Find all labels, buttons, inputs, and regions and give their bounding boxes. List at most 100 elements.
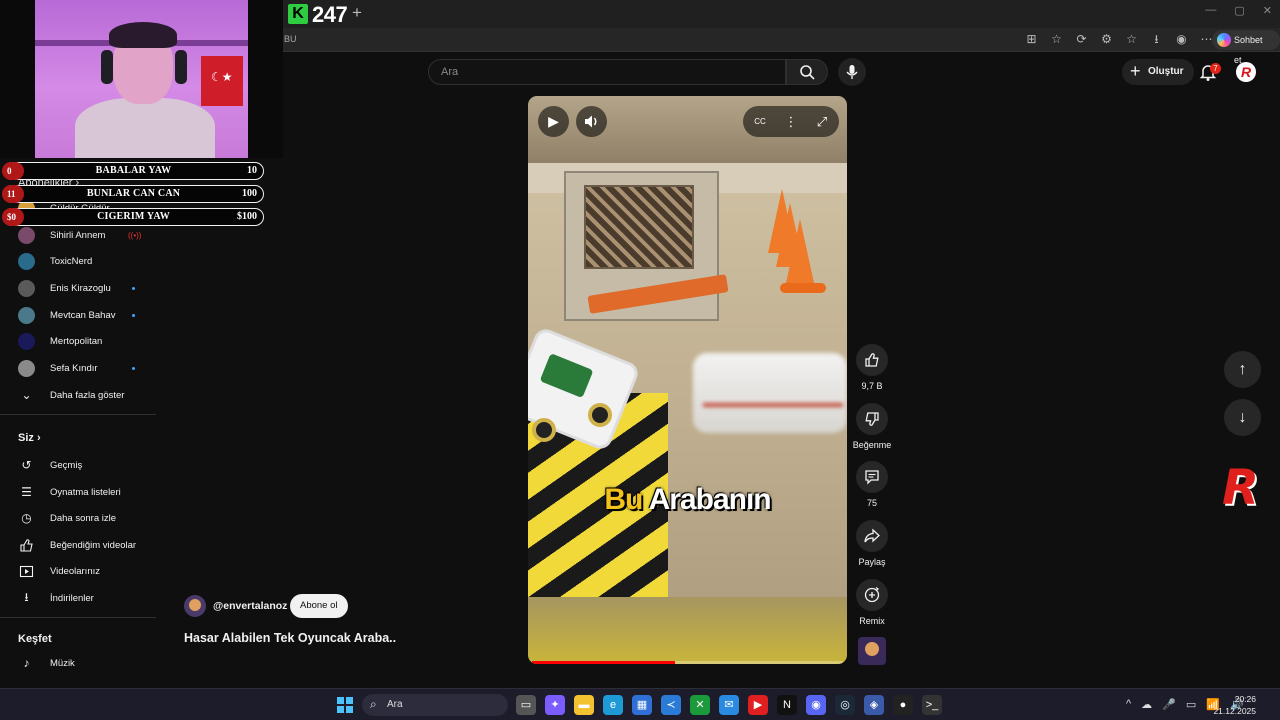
refresh-icon[interactable]: ⟳ <box>1074 32 1089 47</box>
new-content-dot <box>132 287 135 290</box>
sidebar-item-playlists[interactable]: ☰ Oynatma listeleri <box>18 481 158 503</box>
taskbar-clock[interactable]: 20:26 21.12.2025 <box>1213 693 1256 717</box>
xbox-icon[interactable]: ✕ <box>690 695 710 715</box>
tray-overflow-icon[interactable]: ^ <box>1126 698 1131 711</box>
remix-action[interactable]: Remix <box>850 579 894 626</box>
remix-icon[interactable] <box>856 579 888 611</box>
edge-icon[interactable]: e <box>603 695 623 715</box>
new-tab-button[interactable]: + <box>352 3 362 23</box>
mail-icon[interactable]: ✉ <box>719 695 739 715</box>
play-button[interactable]: ▶ <box>538 106 569 137</box>
previous-short-button[interactable]: ↑ <box>1224 351 1261 388</box>
sidebar-item-sefa-kindir[interactable]: Sefa Kındır <box>18 357 158 379</box>
sidebar-item-enis-kirazoglu[interactable]: Enis Kirazoglu <box>18 277 158 299</box>
video-title[interactable]: Hasar Alabilen Tek Oyuncak Araba.. <box>184 631 396 645</box>
channel-handle[interactable]: @envertalanoz <box>213 600 287 612</box>
video-progress-bar[interactable] <box>532 661 843 664</box>
file-explorer-icon[interactable]: ▬ <box>574 695 594 715</box>
youtube-icon[interactable]: ▶ <box>748 695 768 715</box>
extensions-icon[interactable]: ⚙ <box>1099 32 1114 47</box>
sound-avatar[interactable] <box>858 637 886 665</box>
create-button[interactable]: Oluştur <box>1122 58 1194 85</box>
show-more-button[interactable]: ⌄ Daha fazla göster <box>18 384 158 406</box>
traffic-cone <box>786 219 814 283</box>
taskbar-search[interactable]: ⌕ Ara <box>362 694 508 716</box>
score-label: CIGERIM YAW <box>97 211 170 222</box>
clock-date: 21.12.2025 <box>1213 706 1256 716</box>
score-value: 10 <box>247 165 257 176</box>
subscribe-button[interactable]: Abone ol <box>290 594 348 618</box>
close-window-button[interactable]: ✕ <box>1263 4 1272 17</box>
comment-icon[interactable] <box>856 461 888 493</box>
channel-avatar <box>18 252 35 270</box>
captions-button[interactable]: CC <box>745 106 775 137</box>
mic-button[interactable] <box>838 58 866 86</box>
split-screen-icon[interactable]: ⊞ <box>1024 32 1039 47</box>
sidebar-item-history[interactable]: ↺ Geçmiş <box>18 454 158 476</box>
onedrive-icon[interactable]: ☁ <box>1141 698 1152 711</box>
start-tile <box>346 697 353 704</box>
favorite-icon[interactable]: ☆ <box>1049 32 1064 47</box>
comments-action[interactable]: 75 <box>850 461 894 508</box>
sidebar-item-liked-videos[interactable]: Beğendiğim videolar <box>18 534 158 556</box>
video-bottom-band <box>528 597 847 664</box>
minimize-button[interactable]: — <box>1205 4 1216 17</box>
thumbs-up-icon[interactable] <box>856 344 888 376</box>
display-icon[interactable]: ▭ <box>1186 698 1196 711</box>
netflix-icon[interactable]: N <box>777 695 797 715</box>
discord-icon[interactable]: ◉ <box>806 695 826 715</box>
sidebar-item-downloads[interactable]: ⭳ İndirilenler <box>18 587 158 609</box>
copilot-icon[interactable]: ✦ <box>545 695 565 715</box>
sidebar-item-mertopolitan[interactable]: Mertopolitan <box>18 330 158 352</box>
account-avatar[interactable]: R <box>1236 62 1256 82</box>
next-short-button[interactable]: ↓ <box>1224 399 1261 436</box>
share-icon[interactable] <box>856 520 888 552</box>
favorites-icon[interactable]: ☆ <box>1124 32 1139 47</box>
maximize-button[interactable]: ▢ <box>1234 4 1244 17</box>
search-button[interactable] <box>786 59 828 85</box>
headphones-left <box>101 50 113 84</box>
more-options-button[interactable]: ⋮ <box>776 106 806 137</box>
search-icon: ⌕ <box>370 697 377 711</box>
tab-logo-icon[interactable]: K <box>288 4 308 24</box>
share-action[interactable]: Paylaş <box>850 520 894 567</box>
volume-button[interactable] <box>576 106 607 137</box>
explore-heading: Keşfet <box>18 633 52 645</box>
thumbs-down-icon[interactable] <box>856 403 888 435</box>
microphone-icon[interactable]: 🎤 <box>1162 698 1176 711</box>
tab-title[interactable]: 247 <box>312 2 348 28</box>
terminal-icon[interactable]: >_ <box>922 695 942 715</box>
vs-code-icon[interactable]: ≺ <box>661 695 681 715</box>
sidebar-item-watch-later[interactable]: ◷ Daha sonra izle <box>18 507 158 529</box>
chat-button[interactable]: Sohbet et <box>1212 30 1280 65</box>
obs-icon[interactable]: ● <box>893 695 913 715</box>
store-icon[interactable]: ▦ <box>632 695 652 715</box>
sidebar-item-toxicnerd[interactable]: ToxicNerd <box>18 250 158 272</box>
channel-avatar[interactable] <box>184 595 206 617</box>
sidebar-item-music[interactable]: ♪ Müzik <box>18 652 158 674</box>
sidebar-item-label: Videolarınız <box>50 565 100 577</box>
sidebar-item-label: İndirilenler <box>50 592 94 604</box>
channel-avatar <box>18 359 35 377</box>
search-input[interactable]: Ara <box>428 59 786 85</box>
video-icon <box>18 563 35 580</box>
sound-source-action[interactable] <box>850 637 894 665</box>
like-action[interactable]: 9,7 B <box>850 344 894 391</box>
history-icon: ↺ <box>21 458 32 472</box>
start-button[interactable] <box>337 697 353 713</box>
you-heading-label: Siz <box>18 432 34 444</box>
steam-icon[interactable]: ◎ <box>835 695 855 715</box>
task-view-icon[interactable]: ▭ <box>516 695 536 715</box>
new-content-dot <box>132 314 135 317</box>
sidebar-item-your-videos[interactable]: Videolarınız <box>18 560 158 582</box>
bot-icon[interactable]: ◈ <box>864 695 884 715</box>
you-heading[interactable]: Siz › <box>18 432 41 444</box>
profile-icon[interactable]: ◉ <box>1174 32 1189 47</box>
shorts-video-player[interactable]: Bu Arabanın ▶ CC ⋮ ⤢ <box>528 96 847 664</box>
dislike-action[interactable]: Beğenme <box>850 403 894 450</box>
downloads-icon[interactable]: ⭳ <box>1149 32 1164 47</box>
fullscreen-button[interactable]: ⤢ <box>807 106 837 137</box>
sidebar-item-mevtcan-bahav[interactable]: Mevtcan Bahav <box>18 304 158 326</box>
sidebar-item-label: Geçmiş <box>50 459 83 471</box>
address-text[interactable]: BU <box>284 34 297 44</box>
